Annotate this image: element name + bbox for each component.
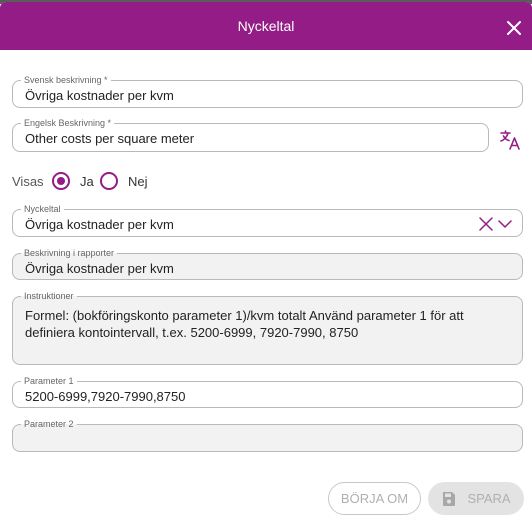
translate-icon[interactable] (498, 128, 522, 152)
chevron-down-icon[interactable] (497, 216, 513, 232)
beskrivning-rapporter-field: Beskrivning i rapporter Övriga kostnader… (12, 247, 523, 280)
parameter2-label: Parameter 2 (21, 418, 77, 430)
radio-nej[interactable] (100, 172, 118, 190)
close-icon[interactable] (502, 16, 526, 40)
svensk-beskrivning-value: Övriga kostnader per kvm (25, 88, 174, 103)
save-icon (443, 491, 456, 506)
radio-ja[interactable] (52, 172, 70, 190)
dialog-header: Nyckeltal (0, 2, 532, 50)
nyckeltal-select[interactable]: Nyckeltal Övriga kostnader per kvm (12, 203, 523, 237)
nyckeltal-dialog: Nyckeltal Svensk beskrivning * Övriga ko… (0, 2, 532, 525)
instruktioner-field: Instruktioner Formel: (bokföringskonto p… (12, 290, 523, 365)
engelsk-beskrivning-field[interactable]: Engelsk Beskrivning * Other costs per sq… (12, 117, 489, 152)
clear-icon[interactable] (478, 216, 494, 232)
radio-ja-label: Ja (80, 174, 94, 189)
parameter1-field[interactable]: Parameter 1 5200-6999,7920-7990,8750 (12, 375, 523, 408)
save-button[interactable]: SPARA (428, 482, 524, 515)
engelsk-beskrivning-value: Other costs per square meter (25, 131, 195, 146)
instruktioner-value: Formel: (bokföringskonto parameter 1)/kv… (25, 308, 464, 340)
parameter1-value: 5200-6999,7920-7990,8750 (25, 389, 186, 404)
save-button-label: SPARA (467, 491, 511, 506)
svensk-beskrivning-field[interactable]: Svensk beskrivning * Övriga kostnader pe… (12, 74, 523, 108)
svensk-beskrivning-label: Svensk beskrivning * (21, 74, 111, 86)
reset-button[interactable]: BÖRJA OM (328, 482, 421, 515)
beskrivning-rapporter-value: Övriga kostnader per kvm (25, 261, 174, 276)
engelsk-beskrivning-label: Engelsk Beskrivning * (21, 117, 115, 129)
visas-label: Visas (12, 174, 44, 189)
instruktioner-label: Instruktioner (21, 290, 77, 302)
nyckeltal-label: Nyckeltal (21, 203, 64, 215)
dialog-title: Nyckeltal (237, 18, 295, 34)
reset-button-label: BÖRJA OM (340, 491, 409, 506)
beskrivning-rapporter-label: Beskrivning i rapporter (21, 247, 118, 259)
parameter2-field: Parameter 2 (12, 418, 523, 452)
radio-ja-selected-dot (57, 177, 65, 185)
parameter1-label: Parameter 1 (21, 375, 77, 387)
radio-nej-label: Nej (128, 174, 148, 189)
nyckeltal-value: Övriga kostnader per kvm (25, 217, 174, 232)
